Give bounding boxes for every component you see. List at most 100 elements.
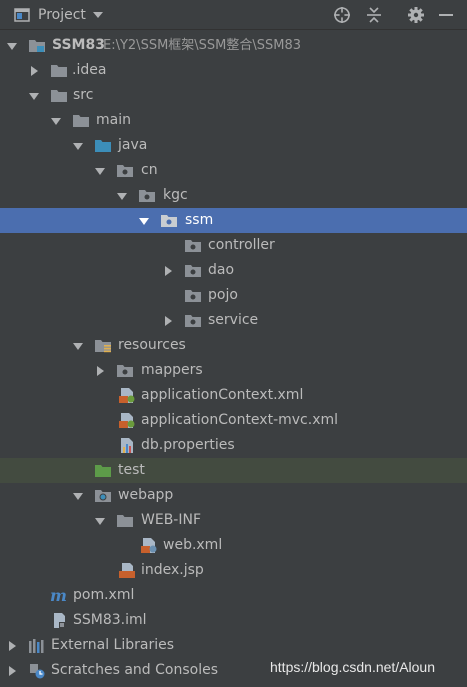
package-icon xyxy=(185,265,201,277)
tree-label-web-inf: WEB-INF xyxy=(141,512,201,528)
tree-row-java[interactable]: java xyxy=(0,133,467,158)
properties-file-icon xyxy=(121,438,133,453)
chevron-down-icon[interactable] xyxy=(92,0,104,30)
tree-row-db-properties[interactable]: db.properties xyxy=(0,433,467,458)
tree-label-web-xml: web.xml xyxy=(163,537,223,553)
tree-label-dao: dao xyxy=(208,262,235,278)
tree-row-dao[interactable]: dao xyxy=(0,258,467,283)
tree-row-ssm[interactable]: ssm xyxy=(0,208,467,233)
project-view-selector[interactable]: Project xyxy=(38,0,86,30)
tree-row-test[interactable]: test xyxy=(0,458,467,483)
scratches-icon xyxy=(30,664,45,679)
tree-row-pom-xml[interactable]: m pom.xml xyxy=(0,583,467,608)
expanded-arrow-icon[interactable] xyxy=(28,90,40,102)
package-icon xyxy=(139,190,155,202)
package-icon xyxy=(185,240,201,252)
tree-row-controller[interactable]: controller xyxy=(0,233,467,258)
tree-row-project-root[interactable]: SSM83 E:\Y2\SSM框架\SSM整合\SSM83 xyxy=(0,33,467,58)
package-icon xyxy=(117,165,133,177)
tree-label-webapp: webapp xyxy=(118,487,174,503)
package-icon xyxy=(185,315,201,327)
tree-row-webapp[interactable]: webapp xyxy=(0,483,467,508)
tree-label-idea: .idea xyxy=(72,62,107,78)
collapse-all-icon[interactable] xyxy=(366,0,382,30)
tree-label-resources: resources xyxy=(118,337,186,353)
tree-row-iml[interactable]: SSM83.iml xyxy=(0,608,467,633)
folder-icon xyxy=(73,115,89,127)
tree-label-external-libraries: External Libraries xyxy=(51,637,174,653)
project-toolbar: Project xyxy=(0,0,467,30)
tree-row-application-context[interactable]: applicationContext.xml xyxy=(0,383,467,408)
tree-row-src[interactable]: src xyxy=(0,83,467,108)
tree-label-cn: cn xyxy=(141,162,158,178)
tree-row-cn[interactable]: cn xyxy=(0,158,467,183)
expanded-arrow-icon[interactable] xyxy=(72,340,84,352)
tree-row-web-inf[interactable]: WEB-INF xyxy=(0,508,467,533)
project-title[interactable]: Project xyxy=(38,7,86,23)
svg-text:m: m xyxy=(50,587,67,604)
package-icon xyxy=(161,215,177,227)
tree-label-service: service xyxy=(208,312,259,328)
expanded-arrow-icon[interactable] xyxy=(116,190,128,202)
tree-row-main[interactable]: main xyxy=(0,108,467,133)
tree-label-index-jsp: index.jsp xyxy=(141,562,204,578)
web-folder-icon xyxy=(95,490,111,502)
expanded-arrow-icon[interactable] xyxy=(94,165,106,177)
project-window-icon xyxy=(14,0,30,30)
tree-label-db-properties: db.properties xyxy=(141,437,235,453)
tree-label-kgc: kgc xyxy=(163,187,188,203)
tree-label-src: src xyxy=(73,87,94,103)
tree-label-main: main xyxy=(96,112,131,128)
package-icon xyxy=(117,365,133,377)
tree-row-service[interactable]: service xyxy=(0,308,467,333)
tree-row-external-libraries[interactable]: External Libraries xyxy=(0,633,467,658)
tree-row-web-xml[interactable]: web.xml xyxy=(0,533,467,558)
collapsed-arrow-icon[interactable] xyxy=(94,365,106,377)
tree-label-application-context-mvc: applicationContext-mvc.xml xyxy=(141,412,339,428)
minimize-icon[interactable] xyxy=(438,0,454,30)
package-icon xyxy=(185,290,201,302)
expanded-arrow-icon[interactable] xyxy=(50,115,62,127)
collapsed-arrow-icon[interactable] xyxy=(6,640,18,652)
tree-label-pom-xml: pom.xml xyxy=(73,587,135,603)
tree-row-index-jsp[interactable]: index.jsp xyxy=(0,558,467,583)
project-path: E:\Y2\SSM框架\SSM整合\SSM83 xyxy=(103,38,302,53)
tree-label-pojo: pojo xyxy=(208,287,238,303)
expanded-arrow-icon[interactable] xyxy=(72,140,84,152)
expanded-arrow-icon[interactable] xyxy=(138,215,150,227)
expanded-arrow-icon[interactable] xyxy=(72,490,84,502)
spring-xml-file-icon xyxy=(119,388,135,403)
gear-icon[interactable] xyxy=(407,0,425,30)
resources-folder-icon xyxy=(95,340,111,353)
jsp-file-icon xyxy=(119,563,135,578)
expanded-arrow-icon[interactable] xyxy=(94,515,106,527)
spring-xml-file-icon xyxy=(119,413,135,428)
collapsed-arrow-icon[interactable] xyxy=(28,65,40,77)
tree-row-mappers[interactable]: mappers xyxy=(0,358,467,383)
tree-row-idea[interactable]: .idea xyxy=(0,58,467,83)
tree-label-iml: SSM83.iml xyxy=(73,612,147,628)
tree-row-resources[interactable]: resources xyxy=(0,333,467,358)
tree-label-scratches: Scratches and Consoles xyxy=(51,662,218,678)
tree-label-test: test xyxy=(118,462,145,478)
folder-icon xyxy=(51,90,67,102)
watermark: https://blog.csdn.net/Aloun xyxy=(270,659,435,675)
collapsed-arrow-icon[interactable] xyxy=(162,265,174,277)
tree-label-java: java xyxy=(118,137,148,153)
project-name: SSM83 xyxy=(52,37,105,53)
expanded-arrow-icon[interactable] xyxy=(6,40,18,52)
source-folder-icon xyxy=(95,140,111,152)
web-xml-file-icon xyxy=(141,538,157,553)
module-file-icon xyxy=(54,613,65,628)
tree-row-pojo[interactable]: pojo xyxy=(0,283,467,308)
tree-label-ssm: ssm xyxy=(185,212,214,228)
collapsed-arrow-icon[interactable] xyxy=(6,665,18,677)
library-icon xyxy=(29,639,44,653)
tree-row-application-context-mvc[interactable]: applicationContext-mvc.xml xyxy=(0,408,467,433)
test-folder-icon xyxy=(95,465,111,477)
tree-row-kgc[interactable]: kgc xyxy=(0,183,467,208)
locate-icon[interactable] xyxy=(333,0,351,30)
tree-label-application-context: applicationContext.xml xyxy=(141,387,304,403)
collapsed-arrow-icon[interactable] xyxy=(162,315,174,327)
module-folder-icon xyxy=(29,40,45,52)
